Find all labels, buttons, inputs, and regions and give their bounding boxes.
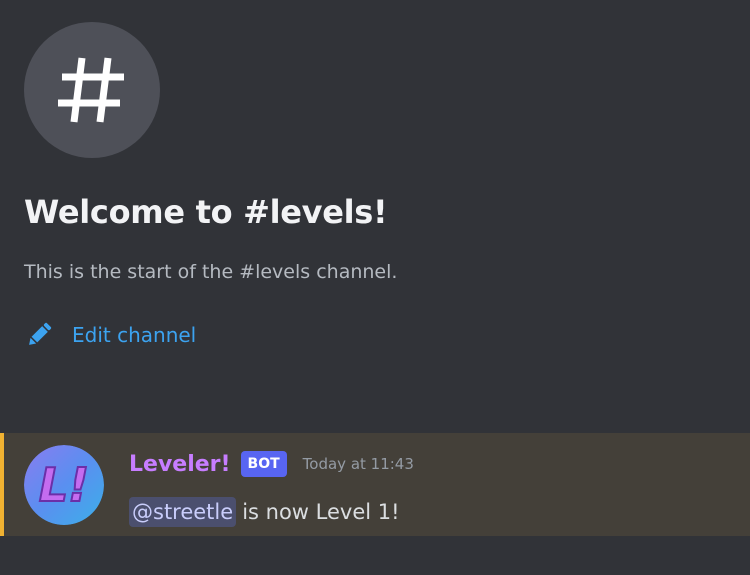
hash-icon-glyph	[58, 57, 124, 123]
author-name[interactable]: Leveler!	[129, 452, 231, 477]
bot-tag: BOT	[240, 451, 287, 477]
message-row[interactable]: L! Leveler! BOT Today at 11:43 @streetle…	[0, 433, 750, 536]
hash-icon	[24, 22, 160, 158]
message-content: @streetle is now Level 1!	[129, 497, 400, 527]
edit-channel-label: Edit channel	[72, 323, 197, 347]
welcome-title: Welcome to #levels!	[24, 193, 388, 231]
welcome-subtitle: This is the start of the #levels channel…	[24, 261, 398, 283]
avatar[interactable]: L!	[24, 445, 104, 525]
edit-channel-link[interactable]: Edit channel	[24, 320, 196, 350]
svg-text:L!: L!	[39, 458, 89, 512]
pencil-icon	[24, 320, 54, 350]
chat-main: Welcome to #levels! This is the start of…	[0, 0, 750, 575]
timestamp: Today at 11:43	[302, 455, 414, 473]
message-header: Leveler! BOT Today at 11:43	[129, 451, 414, 477]
user-mention[interactable]: @streetle	[129, 497, 237, 527]
message-text: is now Level 1!	[242, 500, 400, 524]
